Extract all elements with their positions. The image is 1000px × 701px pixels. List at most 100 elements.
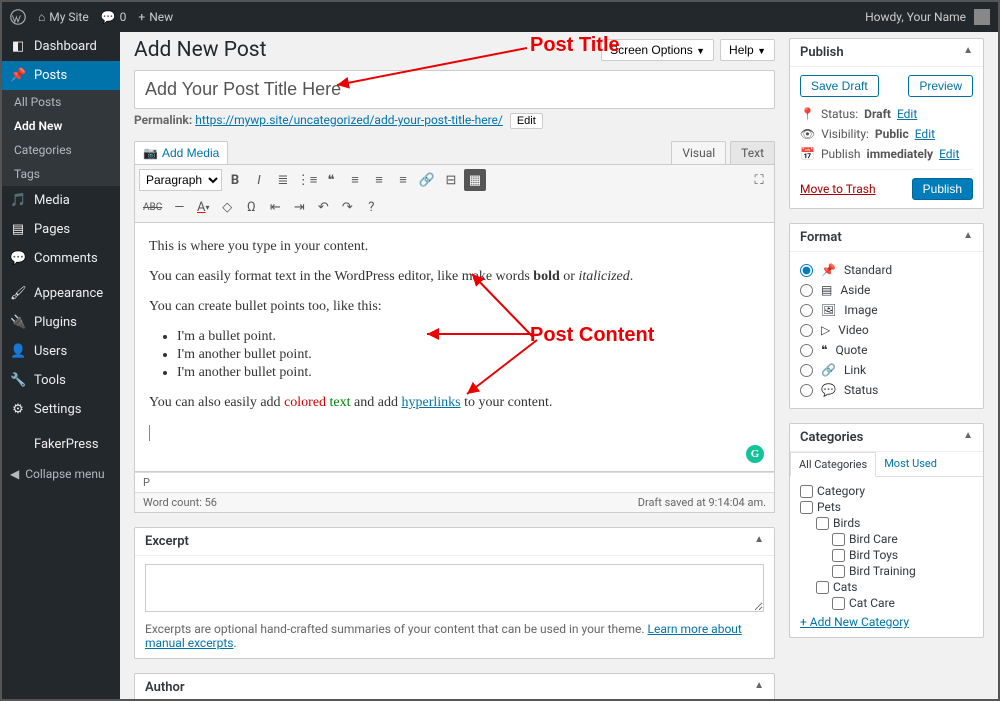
format-video[interactable] — [800, 324, 813, 337]
format-aside[interactable] — [800, 284, 813, 297]
permalink-edit-button[interactable]: Edit — [510, 113, 543, 129]
help-button[interactable]: Help ▼ — [720, 39, 775, 61]
edit-schedule[interactable]: Edit — [939, 147, 959, 161]
align-center-icon[interactable]: ≡ — [368, 169, 390, 191]
bullet-list-icon[interactable]: ≣ — [272, 169, 294, 191]
quote-icon: ❝ — [821, 343, 827, 357]
dashboard-icon: ◧ — [10, 39, 26, 54]
category-item[interactable]: Bird Care — [832, 531, 973, 547]
format-image[interactable] — [800, 304, 813, 317]
plus-icon: + — [138, 10, 145, 24]
category-item[interactable]: Bird Toys — [832, 547, 973, 563]
line2: You can easily format text in the WordPr… — [149, 269, 760, 285]
submenu-tags[interactable]: Tags — [2, 162, 120, 186]
preview-button[interactable]: Preview — [908, 75, 973, 97]
format-status[interactable] — [800, 384, 813, 397]
new-link[interactable]: +New — [138, 10, 173, 24]
text-tab[interactable]: Text — [730, 141, 775, 165]
collapse-menu[interactable]: ◀Collapse menu — [2, 459, 120, 489]
excerpt-toggle[interactable]: Excerpt▲ — [135, 528, 774, 556]
format-link[interactable] — [800, 364, 813, 377]
align-left-icon[interactable]: ≡ — [344, 169, 366, 191]
menu-pages[interactable]: ▤Pages — [2, 215, 120, 244]
quote-icon[interactable]: ❝ — [320, 169, 342, 191]
fullscreen-icon[interactable]: ⛶ — [748, 169, 770, 191]
site-link[interactable]: ⌂My Site — [38, 10, 89, 24]
submenu-all-posts[interactable]: All Posts — [2, 90, 120, 114]
hr-icon[interactable]: — — [168, 196, 190, 218]
author-toggle[interactable]: Author▲ — [135, 674, 774, 699]
pin-icon: 📌 — [10, 68, 26, 83]
comment-icon: 💬 — [101, 10, 116, 24]
menu-fakerpress[interactable]: FakerPress — [2, 430, 120, 459]
screen-options-button[interactable]: Screen Options ▼ — [601, 39, 714, 61]
format-quote[interactable] — [800, 344, 813, 357]
permalink-label: Permalink: — [134, 113, 192, 127]
add-media-button[interactable]: 📷Add Media — [134, 141, 228, 165]
edit-status[interactable]: Edit — [897, 107, 917, 121]
wp-logo-icon[interactable] — [10, 9, 26, 25]
publish-heading[interactable]: Publish▲ — [790, 39, 983, 67]
format-standard[interactable] — [800, 264, 813, 277]
format-dropdown[interactable]: Paragraph — [139, 169, 222, 191]
post-title-input[interactable] — [134, 70, 775, 109]
menu-comments[interactable]: 💬Comments — [2, 244, 120, 273]
menu-plugins[interactable]: 🔌Plugins — [2, 308, 120, 337]
category-item[interactable]: Birds — [816, 515, 973, 531]
categories-heading[interactable]: Categories▲ — [790, 424, 983, 452]
undo-icon[interactable]: ↶ — [312, 196, 334, 218]
format-heading[interactable]: Format▲ — [790, 224, 983, 252]
grammarly-icon[interactable]: G — [746, 445, 764, 463]
category-item[interactable]: Bird Training — [832, 563, 973, 579]
category-item[interactable]: Category — [800, 483, 973, 499]
edit-visibility[interactable]: Edit — [915, 127, 935, 141]
bold-icon[interactable]: B — [224, 169, 246, 191]
menu-appearance[interactable]: 🖌Appearance — [2, 279, 120, 308]
more-icon[interactable]: ⊟ — [440, 169, 462, 191]
menu-media[interactable]: 🎵Media — [2, 186, 120, 215]
add-category-link[interactable]: + Add New Category — [800, 615, 909, 629]
align-right-icon[interactable]: ≡ — [392, 169, 414, 191]
comments-link[interactable]: 💬0 — [101, 10, 127, 24]
toolbar-toggle-icon[interactable]: ▦ — [464, 169, 486, 191]
textcolor-icon[interactable]: A▾ — [192, 196, 214, 218]
menu-users[interactable]: 👤Users — [2, 337, 120, 366]
clear-icon[interactable]: ◇ — [216, 196, 238, 218]
save-status: Draft saved at 9:14:04 am. — [630, 493, 774, 512]
save-draft-button[interactable]: Save Draft — [800, 75, 879, 97]
trash-link[interactable]: Move to Trash — [800, 182, 876, 196]
outdent-icon[interactable]: ⇤ — [264, 196, 286, 218]
avatar[interactable] — [974, 9, 990, 25]
user-icon: 👤 — [10, 344, 26, 359]
publish-button[interactable]: Publish — [912, 178, 973, 200]
menu-settings[interactable]: ⚙Settings — [2, 395, 120, 424]
category-item[interactable]: Cats — [816, 579, 973, 595]
line1: This is where you type in your content. — [149, 239, 760, 255]
help-icon[interactable]: ? — [360, 196, 382, 218]
cat-tab-all[interactable]: All Categories — [790, 452, 876, 477]
submenu-add-new[interactable]: Add New — [2, 114, 120, 138]
strike-icon[interactable]: ABC — [139, 196, 166, 218]
permalink-url[interactable]: https://mywp.site/uncategorized/add-your… — [195, 113, 503, 127]
number-list-icon[interactable]: ⋮≡ — [296, 169, 318, 191]
menu-dashboard[interactable]: ◧Dashboard — [2, 32, 120, 61]
category-item[interactable]: Pets — [800, 499, 973, 515]
link-icon[interactable]: 🔗 — [416, 169, 438, 191]
content-editor[interactable]: This is where you type in your content. … — [134, 223, 775, 472]
bullet2: I'm another bullet point. — [177, 347, 760, 363]
visual-tab[interactable]: Visual — [671, 141, 726, 165]
howdy[interactable]: Howdy, Your Name — [865, 10, 966, 24]
specialchar-icon[interactable]: Ω — [240, 196, 262, 218]
indent-icon[interactable]: ⇥ — [288, 196, 310, 218]
chevron-down-icon: ▼ — [696, 46, 705, 56]
line3: You can create bullet points too, like t… — [149, 299, 760, 315]
submenu-categories[interactable]: Categories — [2, 138, 120, 162]
excerpt-note: Excerpts are optional hand-crafted summa… — [145, 622, 764, 650]
redo-icon[interactable]: ↷ — [336, 196, 358, 218]
cat-tab-most[interactable]: Most Used — [876, 452, 945, 476]
menu-posts[interactable]: 📌Posts — [2, 61, 120, 90]
category-item[interactable]: Cat Care — [832, 595, 973, 611]
excerpt-input[interactable] — [145, 564, 764, 612]
italic-icon[interactable]: I — [248, 169, 270, 191]
menu-tools[interactable]: 🔧Tools — [2, 366, 120, 395]
